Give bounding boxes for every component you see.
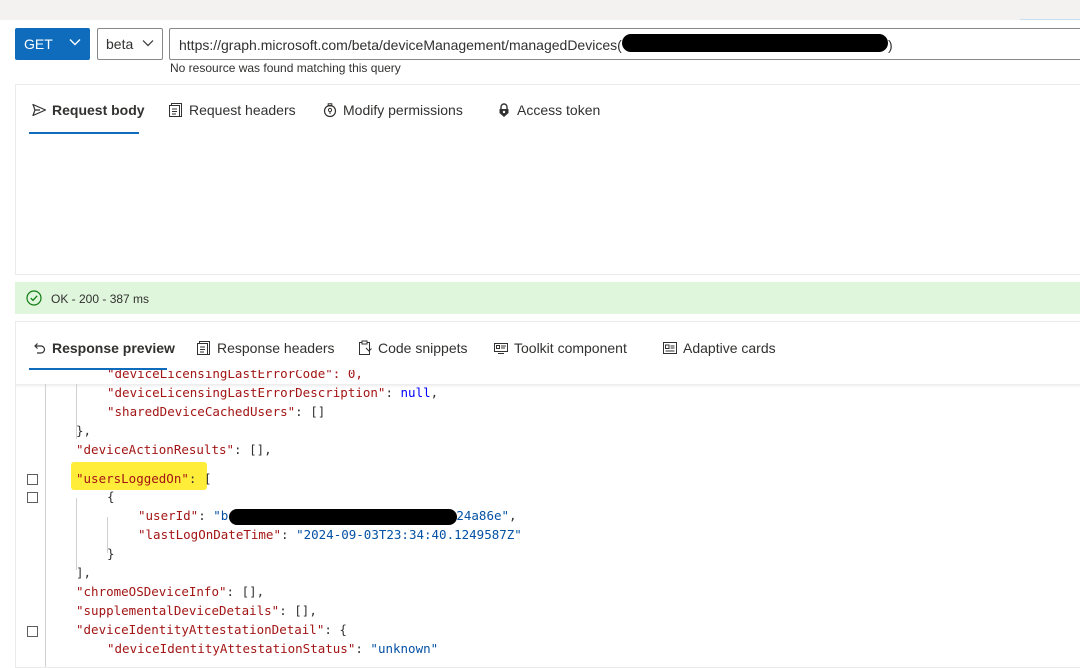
check-circle-icon — [26, 290, 42, 306]
url-closing-paren: ) — [888, 37, 893, 53]
url-text: https://graph.microsoft.com/beta/deviceM… — [179, 37, 622, 53]
tab-toolkit-component[interactable]: Toolkit component — [493, 340, 627, 356]
json-line-users-logged-on: "usersLoggedOn": [ — [76, 471, 212, 486]
url-input[interactable]: https://graph.microsoft.com/beta/deviceM… — [169, 28, 1080, 60]
lock-icon — [499, 103, 509, 117]
top-strip — [0, 0, 1080, 20]
url-validation-hint: No resource was found matching this quer… — [170, 61, 401, 75]
response-json-viewer[interactable]: "deviceLicensingLastErrorCode": 0, "devi… — [16, 370, 1080, 667]
tab-access-token[interactable]: Access token — [496, 102, 600, 118]
permissions-icon — [323, 103, 337, 118]
tab-label: Response headers — [217, 340, 335, 356]
tab-label: Code snippets — [378, 340, 468, 356]
tab-request-headers[interactable]: Request headers — [168, 102, 296, 118]
chevron-down-icon — [69, 39, 81, 46]
json-line: } — [107, 546, 115, 561]
tab-modify-permissions[interactable]: Modify permissions — [322, 102, 463, 118]
status-bar: OK - 200 - 387 ms — [15, 282, 1080, 314]
tab-label: Adaptive cards — [683, 340, 776, 356]
tab-response-preview[interactable]: Response preview — [31, 340, 175, 356]
tab-label: Request body — [52, 102, 145, 118]
tab-label: Response preview — [52, 340, 175, 356]
tab-code-snippets[interactable]: Code snippets — [357, 340, 468, 356]
version-label: beta — [106, 36, 134, 52]
redaction-mark — [622, 34, 888, 52]
json-line: ], — [76, 565, 92, 580]
http-method-label: GET — [24, 36, 53, 52]
active-tab-indicator — [29, 132, 139, 134]
send-icon — [32, 103, 47, 117]
json-line: "deviceActionResults": [], — [76, 442, 272, 457]
fold-toggle[interactable] — [27, 492, 38, 503]
redaction-mark — [229, 509, 457, 525]
undo-icon — [34, 343, 46, 354]
chevron-down-icon — [142, 40, 154, 47]
version-dropdown[interactable]: beta — [97, 28, 163, 60]
tab-label: Access token — [517, 102, 601, 118]
json-line: "deviceIdentityAttestationDetail": { — [76, 622, 347, 637]
fold-toggle[interactable] — [27, 474, 38, 485]
headers-icon — [169, 103, 182, 117]
json-line: "chromeOSDeviceInfo": [], — [76, 584, 265, 599]
tab-adaptive-cards[interactable]: Adaptive cards — [662, 340, 776, 356]
json-line: "deviceLicensingLastErrorDescription": n… — [107, 385, 439, 400]
response-panel: Response preview Response headers Code s… — [15, 321, 1080, 668]
indent-guide — [45, 384, 46, 667]
json-line: "lastLogOnDateTime": "2024-09-03T23:34:4… — [138, 527, 522, 542]
request-panel: Request body Request headers Modify perm… — [15, 84, 1080, 275]
status-text: OK - 200 - 387 ms — [51, 292, 150, 306]
tab-label: Toolkit component — [514, 340, 627, 356]
fold-toggle[interactable] — [27, 626, 38, 637]
tab-response-headers[interactable]: Response headers — [196, 340, 335, 356]
tab-label: Modify permissions — [343, 102, 463, 118]
tab-request-body[interactable]: Request body — [31, 102, 145, 118]
clipboard-icon — [359, 340, 372, 355]
toolkit-icon — [494, 343, 508, 354]
json-line: }, — [76, 423, 92, 438]
tab-label: Request headers — [189, 102, 296, 118]
json-line: "deviceIdentityAttestationStatus": "unkn… — [107, 641, 439, 656]
indent-guide — [76, 498, 77, 570]
headers-icon — [197, 341, 210, 355]
json-line-clipped: "deviceLicensingLastErrorCode": 0, — [107, 370, 363, 381]
json-line: "supplementalDeviceDetails": [], — [76, 603, 317, 618]
json-line: "sharedDeviceCachedUsers": [] — [107, 404, 326, 419]
http-method-dropdown[interactable]: GET — [15, 28, 90, 60]
card-icon — [663, 342, 677, 354]
json-line: { — [107, 489, 115, 504]
